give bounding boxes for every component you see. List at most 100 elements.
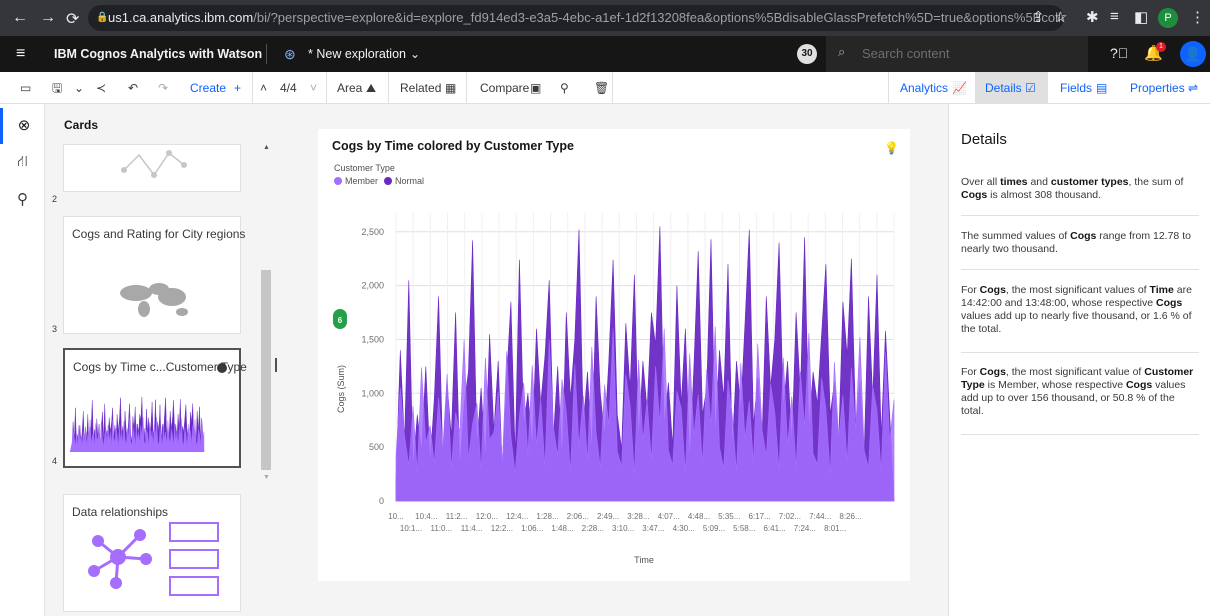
undo-icon[interactable]: ↶ bbox=[128, 72, 138, 104]
lock-icon: 🔒 bbox=[96, 12, 109, 23]
app-title: IBM Cognos Analytics with Watson bbox=[54, 47, 263, 61]
tab-fields[interactable]: Fields bbox=[1060, 72, 1092, 104]
x-tick-label: 7:44... bbox=[809, 512, 831, 521]
details-title: Details bbox=[961, 131, 1007, 148]
tab-details[interactable]: Details ☑ bbox=[975, 72, 1048, 104]
chart-card[interactable]: Cogs by Time colored by Customer Type 💡 … bbox=[318, 129, 910, 581]
insight-2: The summed values of Cogs range from 12.… bbox=[961, 230, 1191, 255]
x-tick-label: 8:01... bbox=[824, 524, 846, 533]
details-icon: ☑ bbox=[1025, 81, 1036, 95]
x-tick-label: 1:06... bbox=[521, 524, 543, 533]
card-2[interactable] bbox=[63, 144, 241, 192]
extensions-icon[interactable]: ✱ bbox=[1086, 8, 1099, 26]
insight-3: For Cogs, the most significant values of… bbox=[961, 284, 1192, 335]
scroll-up-icon[interactable]: ▲ bbox=[263, 144, 270, 151]
cards-scrollbar[interactable]: ▲ ▼ bbox=[261, 144, 271, 481]
share-icon[interactable]: ⇪ bbox=[1032, 8, 1045, 26]
media-icon[interactable]: ≡ bbox=[1110, 8, 1119, 25]
x-tick-label: 10... bbox=[388, 512, 404, 521]
x-tick-label: 7:02... bbox=[779, 512, 801, 521]
pin-nav-icon[interactable]: ⚲ bbox=[0, 182, 45, 218]
divider bbox=[961, 215, 1199, 216]
y-tick-label: 1,500 bbox=[361, 334, 384, 344]
forward-arrow-icon[interactable]: → bbox=[40, 9, 56, 27]
chevron-up-icon[interactable]: ˄ bbox=[260, 72, 267, 104]
compare-icon: ▣ bbox=[530, 81, 542, 95]
x-tick-label: 5:58... bbox=[733, 524, 755, 533]
pin-icon[interactable]: ⚲ bbox=[560, 72, 569, 104]
divider bbox=[961, 434, 1199, 435]
star-icon[interactable]: ☆ bbox=[1054, 8, 1067, 26]
y-tick-label: 500 bbox=[369, 442, 384, 452]
y-tick-label: 2,000 bbox=[361, 281, 384, 291]
user-icon[interactable]: 👤 bbox=[1180, 41, 1206, 67]
search-input[interactable]: Search content bbox=[826, 36, 1088, 72]
card-4[interactable]: Cogs by Time c...Customer Type bbox=[63, 348, 247, 468]
fields-icon: ▤ bbox=[1096, 81, 1108, 95]
exploration-icon: ⊛ bbox=[284, 46, 296, 62]
header-divider bbox=[266, 44, 267, 64]
reload-icon[interactable]: ⟳ bbox=[66, 9, 79, 29]
panel-resize-handle[interactable] bbox=[275, 358, 277, 372]
tab-properties[interactable]: Properties bbox=[1130, 72, 1185, 104]
x-tick-label: 5:09... bbox=[703, 524, 725, 533]
scrollbar-thumb[interactable] bbox=[261, 270, 271, 470]
save-icon[interactable]: 🖫 bbox=[52, 72, 62, 104]
x-tick-label: 6:17... bbox=[748, 512, 770, 521]
area-button[interactable]: Area bbox=[337, 72, 362, 104]
compare-button[interactable]: Compare bbox=[480, 72, 529, 104]
cursor-icon bbox=[217, 363, 227, 373]
exploration-name[interactable]: * New exploration bbox=[308, 36, 406, 72]
related-button[interactable]: Related bbox=[400, 72, 441, 104]
page-counter: 4/4 bbox=[280, 81, 297, 95]
sidebar-icon[interactable]: ◧ bbox=[1134, 8, 1148, 26]
x-tick-label: 5:35... bbox=[718, 512, 740, 521]
address-bar[interactable]: 🔒 us1.ca.analytics.ibm.com/bi/?perspectiv… bbox=[88, 5, 1064, 31]
help-icon[interactable]: ?⃝ bbox=[1110, 45, 1128, 61]
x-tick-label: 4:30... bbox=[673, 524, 695, 533]
comment-icon[interactable]: ▭ bbox=[20, 72, 31, 104]
main-canvas: Cogs by Time colored by Customer Type 💡 … bbox=[278, 104, 948, 616]
scroll-down-icon[interactable]: ▼ bbox=[263, 474, 270, 481]
profile-avatar[interactable]: P bbox=[1158, 8, 1178, 28]
x-tick-label: 3:47... bbox=[642, 524, 664, 533]
toolbar: ▭ 🖫 ⌄ ≺ ↶ ↷ Create + ˄ 4/4 ˅ Area ⛰ Rela… bbox=[0, 72, 1210, 104]
count-badge[interactable]: 30 bbox=[797, 44, 817, 64]
create-plus-icon[interactable]: + bbox=[234, 72, 241, 104]
redo-icon[interactable]: ↷ bbox=[158, 72, 168, 104]
x-tick-label: 7:24... bbox=[794, 524, 816, 533]
tab-analytics[interactable]: Analytics bbox=[900, 72, 948, 104]
mini-chart-thumbnail bbox=[70, 397, 205, 452]
x-tick-label: 8:26... bbox=[839, 512, 861, 521]
area-chart[interactable]: 0 500 1,000 1,500 2,000 2,500 10... 10:4... 11:2… bbox=[318, 129, 910, 581]
chrome-menu-icon[interactable]: ⋮ bbox=[1190, 8, 1205, 26]
share-icon[interactable]: ≺ bbox=[96, 72, 106, 104]
card-data-relationships[interactable]: Data relationships bbox=[63, 494, 241, 612]
x-tick-label: 12:0... bbox=[476, 512, 498, 521]
card-3[interactable]: Cogs and Rating for City regions bbox=[63, 216, 245, 334]
x-tick-label: 4:07... bbox=[658, 512, 680, 521]
trash-icon[interactable]: 🗑 bbox=[594, 72, 609, 104]
x-tick-label: 2:28... bbox=[582, 524, 604, 533]
back-arrow-icon[interactable]: ← bbox=[12, 9, 28, 27]
related-icon: ▦ bbox=[445, 81, 457, 95]
x-tick-label: 2:49... bbox=[597, 512, 619, 521]
menu-icon[interactable]: ≡ bbox=[16, 36, 25, 72]
analytics-icon: 📈 bbox=[952, 81, 967, 95]
create-button[interactable]: Create bbox=[190, 72, 226, 104]
x-tick-label: 11:2... bbox=[446, 512, 468, 521]
divider bbox=[961, 269, 1199, 270]
x-tick-label: 10:1... bbox=[400, 524, 422, 533]
relationships-nav-icon[interactable]: ⛙ bbox=[0, 144, 45, 180]
chevron-down-icon[interactable]: ⌄ bbox=[410, 36, 420, 72]
x-tick-label: 1:48... bbox=[551, 524, 573, 533]
area-chart-icon: ⛰ bbox=[366, 81, 377, 95]
properties-icon: ⇌ bbox=[1188, 81, 1199, 95]
cards-nav-icon[interactable]: ⊗ bbox=[0, 108, 45, 144]
save-dropdown-icon[interactable]: ⌄ bbox=[74, 72, 84, 104]
chevron-down-icon[interactable]: ˅ bbox=[310, 72, 317, 104]
details-panel: Details Over all times and customer type… bbox=[948, 104, 1210, 616]
cards-panel: Cards 2 Cogs and Rating for City regions… bbox=[45, 104, 278, 616]
insight-4: For Cogs, the most significant value of … bbox=[961, 366, 1194, 417]
x-tick-label: 2:06... bbox=[567, 512, 589, 521]
